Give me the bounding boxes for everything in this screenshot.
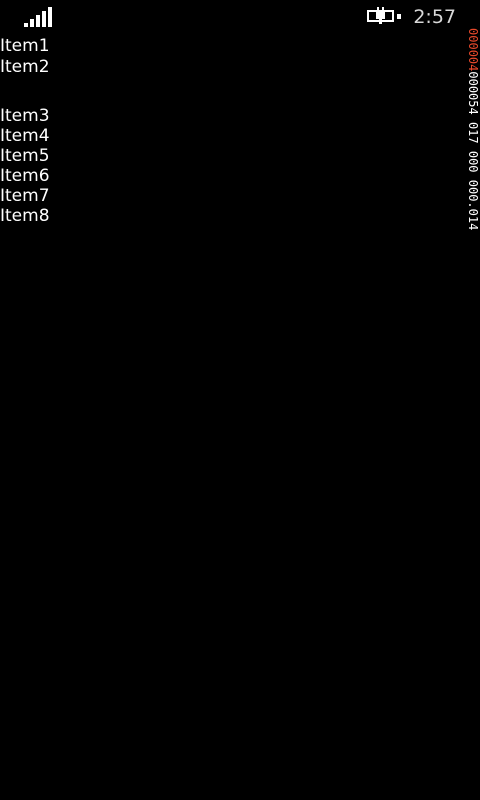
frame-rate-counter: 000 004 000054 017 000 000.014	[466, 28, 480, 398]
list-item[interactable]: Item8	[0, 206, 50, 222]
counter-segment-2: 004	[466, 49, 480, 72]
plug-icon	[375, 7, 386, 25]
list-item[interactable]: Item3	[0, 106, 50, 127]
list-item[interactable]: Item1	[0, 36, 50, 57]
item-list[interactable]: Item1 Item2 Item3 Item4 Item5 Item6 Item…	[0, 36, 110, 222]
counter-segment-3: 000054 017 000 000.014	[466, 71, 480, 231]
phone-screen: 2:57 Item1 Item2 Item3 Item4 Item5 Item6…	[0, 0, 480, 800]
list-item[interactable]: Item5	[0, 146, 50, 167]
list-item[interactable]: Item7	[0, 186, 50, 207]
battery-charging-icon	[367, 7, 401, 25]
status-bar: 2:57	[0, 0, 480, 34]
signal-strength-icon	[24, 7, 54, 27]
status-clock: 2:57	[413, 6, 456, 28]
list-item[interactable]: Item4	[0, 126, 50, 147]
list-item[interactable]: Item2	[0, 57, 50, 78]
counter-segment-1: 000	[466, 28, 480, 50]
list-item[interactable]: Item6	[0, 166, 50, 187]
